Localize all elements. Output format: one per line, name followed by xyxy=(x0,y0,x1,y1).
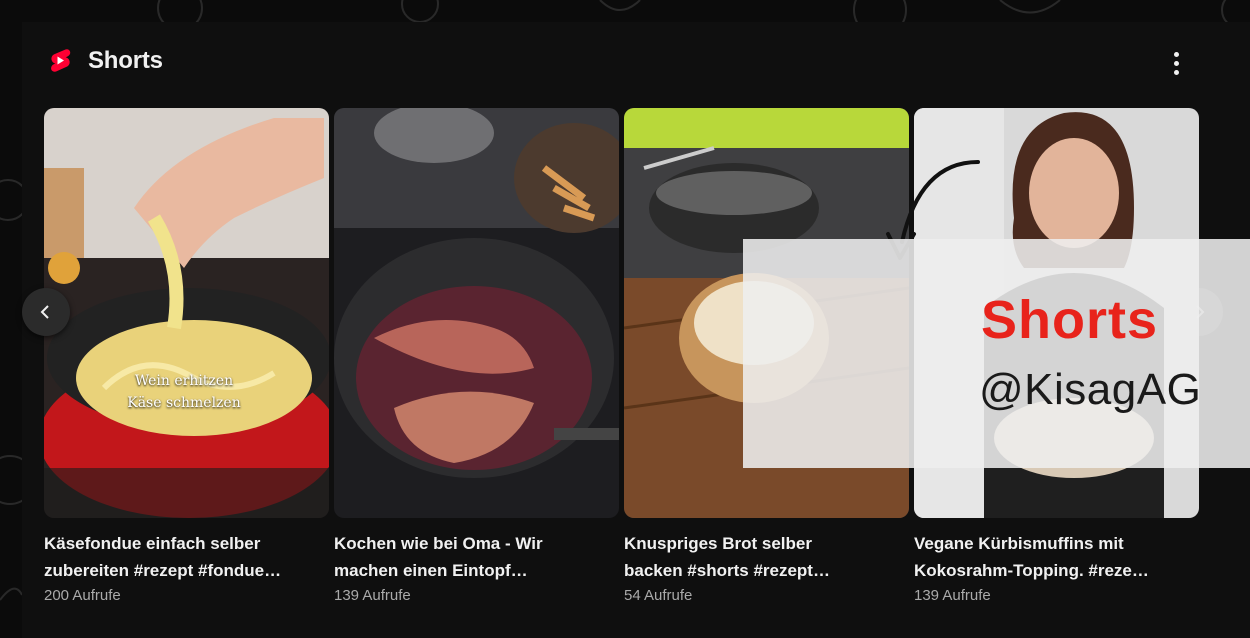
shelf-header: Shorts xyxy=(22,22,1250,102)
short-views: 200 Aufrufe xyxy=(44,587,121,604)
shelf-title: Shorts xyxy=(88,47,163,74)
short-title-line[interactable]: Vegane Kürbismuffins mit xyxy=(914,530,1184,557)
short-title-line[interactable]: Kokosrahm-Topping. #reze… xyxy=(914,557,1184,584)
youtube-shorts-icon xyxy=(51,49,71,72)
thumbnail-caption-line: Käse schmelzen xyxy=(127,395,241,411)
short-views: 139 Aufrufe xyxy=(334,587,411,604)
channel-overlay: Shorts @KisagAG xyxy=(743,239,1250,468)
more-options-button[interactable] xyxy=(1164,48,1188,78)
short-views: 54 Aufrufe xyxy=(624,587,693,604)
thumbnail-image xyxy=(44,108,329,518)
short-thumbnail[interactable]: Wein erhitzen Käse schmelzen xyxy=(44,108,329,518)
short-title-line[interactable]: Kochen wie bei Oma - Wir xyxy=(334,530,604,557)
short-title[interactable]: Knuspriges Brot selber backen #shorts #r… xyxy=(624,530,894,584)
short-title[interactable]: Kochen wie bei Oma - Wir machen einen Ei… xyxy=(334,530,604,584)
short-thumbnail[interactable] xyxy=(334,108,619,518)
short-views: 139 Aufrufe xyxy=(914,587,991,604)
short-title-line[interactable]: Käsefondue einfach selber xyxy=(44,530,314,557)
more-vertical-icon-dot xyxy=(1173,60,1179,66)
short-title-line[interactable]: backen #shorts #rezept… xyxy=(624,557,894,584)
overlay-brand: Shorts xyxy=(981,290,1159,350)
more-vertical-icon xyxy=(1173,51,1179,57)
thumbnail-caption: Wein erhitzen Käse schmelzen xyxy=(114,370,254,414)
overlay-handle: @KisagAG xyxy=(979,365,1202,414)
thumbnail-image xyxy=(334,108,619,518)
chevron-left-icon xyxy=(40,305,49,319)
short-card[interactable]: Wein erhitzen Käse schmelzen Käsefondue … xyxy=(44,108,329,604)
short-title-line[interactable]: Knuspriges Brot selber xyxy=(624,530,894,557)
short-card[interactable]: Kochen wie bei Oma - Wir machen einen Ei… xyxy=(334,108,619,604)
previous-button[interactable] xyxy=(22,288,70,336)
more-vertical-icon-dot xyxy=(1173,69,1179,75)
thumbnail-caption-line: Wein erhitzen xyxy=(134,373,234,389)
short-title-line[interactable]: machen einen Eintopf… xyxy=(334,557,604,584)
short-title-line[interactable]: zubereiten #rezept #fondue… xyxy=(44,557,314,584)
short-title[interactable]: Vegane Kürbismuffins mit Kokosrahm-Toppi… xyxy=(914,530,1184,584)
short-title[interactable]: Käsefondue einfach selber zubereiten #re… xyxy=(44,530,314,584)
